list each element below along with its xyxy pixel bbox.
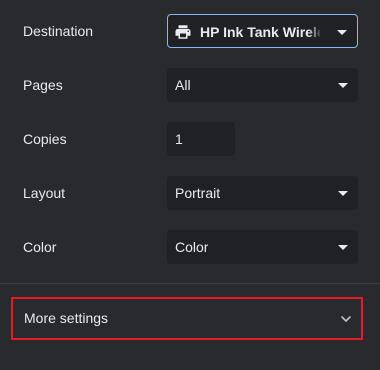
dropdown-arrow-icon — [338, 245, 348, 250]
destination-row: Destination HP Ink Tank Wireless 4 — [0, 14, 380, 48]
layout-row: Layout Portrait — [0, 176, 380, 210]
layout-select[interactable]: Portrait — [167, 176, 358, 210]
color-value: Color — [175, 239, 209, 255]
pages-select[interactable]: All — [167, 68, 358, 102]
printer-icon — [175, 25, 191, 39]
dropdown-arrow-icon — [338, 83, 348, 88]
destination-value: HP Ink Tank Wireless 4 — [200, 24, 320, 40]
color-select[interactable]: Color — [167, 230, 358, 264]
copies-input[interactable] — [167, 122, 235, 156]
destination-label: Destination — [23, 23, 94, 39]
more-settings-label: More settings — [24, 310, 109, 326]
copies-row: Copies — [0, 122, 380, 156]
layout-value: Portrait — [175, 185, 221, 201]
pages-row: Pages All — [0, 68, 380, 102]
dropdown-arrow-icon — [338, 191, 348, 196]
chevron-down-icon — [341, 316, 351, 322]
destination-select[interactable]: HP Ink Tank Wireless 4 — [167, 14, 358, 48]
text-fade — [308, 16, 322, 46]
copies-label: Copies — [23, 131, 67, 147]
section-divider — [0, 283, 380, 284]
layout-label: Layout — [23, 185, 66, 201]
pages-value: All — [175, 77, 191, 93]
pages-label: Pages — [23, 77, 63, 93]
color-label: Color — [23, 239, 57, 255]
color-row: Color Color — [0, 230, 380, 264]
more-settings-button[interactable]: More settings — [11, 297, 363, 340]
dropdown-arrow-icon — [337, 30, 347, 35]
